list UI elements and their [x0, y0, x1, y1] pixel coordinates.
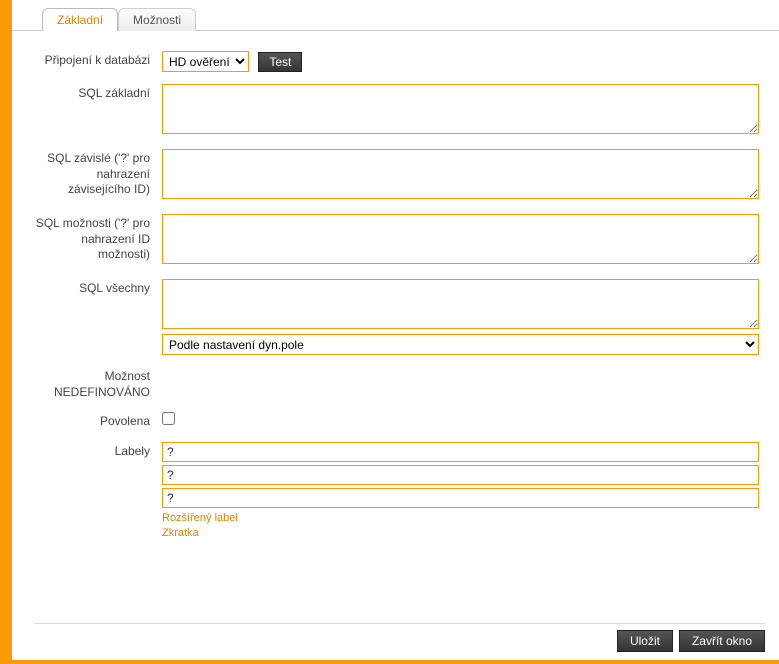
label-sql-opt: SQL možnosti ('?' pro nahrazení ID možno…: [32, 214, 162, 267]
tab-options[interactable]: Možnosti: [118, 8, 196, 31]
label-opt-undef: Možnost NEDEFINOVÁNO: [32, 367, 162, 400]
shortcut-link[interactable]: Zkratka: [162, 526, 759, 541]
label-sql-all: SQL všechny: [32, 279, 162, 332]
sql-opt-textarea[interactable]: [162, 214, 759, 264]
label-input-1[interactable]: [162, 442, 759, 462]
dyn-field-select[interactable]: Podle nastavení dyn.pole: [162, 334, 759, 355]
label-enabled: Povolena: [32, 412, 162, 430]
save-button[interactable]: Uložit: [617, 630, 673, 652]
sql-basic-textarea[interactable]: [162, 84, 759, 134]
label-labels: Labely: [32, 442, 162, 542]
label-input-2[interactable]: [162, 465, 759, 485]
label-sql-dep: SQL závislé ('?' pro nahrazení závisejíc…: [32, 149, 162, 202]
enabled-checkbox[interactable]: [162, 412, 175, 425]
label-input-3[interactable]: [162, 488, 759, 508]
close-button[interactable]: Zavřít okno: [679, 630, 765, 652]
test-button[interactable]: Test: [258, 52, 302, 72]
sql-dep-textarea[interactable]: [162, 149, 759, 199]
extended-label-link[interactable]: Rozšířený label: [162, 511, 759, 526]
tab-basic[interactable]: Základní: [42, 8, 118, 31]
label-sql-basic: SQL základní: [32, 84, 162, 137]
sql-all-textarea[interactable]: [162, 279, 759, 329]
db-connection-select[interactable]: HD ověření: [162, 51, 249, 72]
label-dbconn: Připojení k databázi: [32, 51, 162, 72]
